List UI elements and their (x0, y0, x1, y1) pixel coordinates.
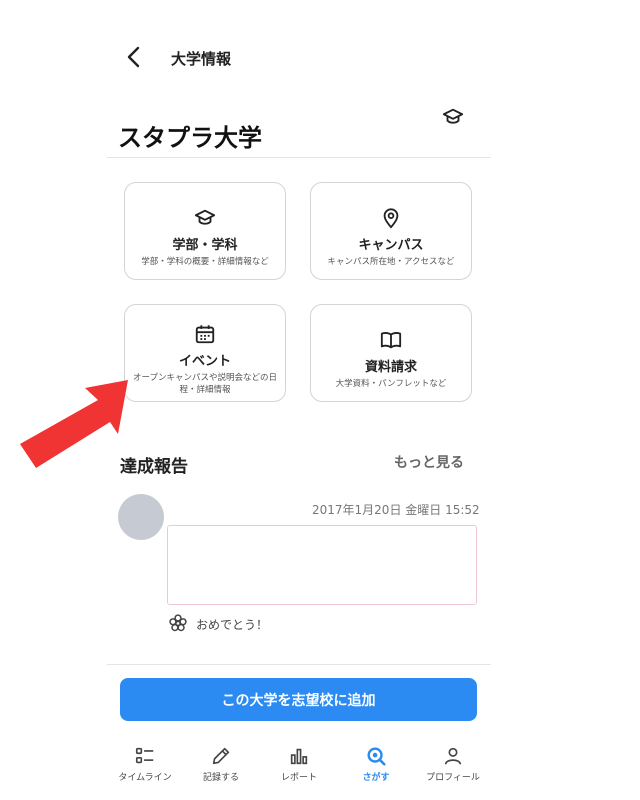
card-faculty[interactable]: 学部・学科 学部・学科の概要・詳細情報など (124, 182, 286, 280)
card-brochure[interactable]: 資料請求 大学資料・パンフレットなど (310, 304, 472, 402)
card-event[interactable]: イベント オープンキャンパスや説明会などの日程・詳細情報 (124, 304, 286, 402)
person-icon (444, 747, 462, 765)
action-divider (107, 664, 491, 665)
card-title: イベント (178, 354, 231, 369)
calendar-icon (195, 325, 215, 344)
card-subtitle: 大学資料・パンフレットなど (335, 379, 447, 389)
add-to-target-schools-button[interactable]: この大学を志望校に追加 (120, 678, 477, 721)
page-title: 大学情報 (171, 50, 232, 68)
nav-record[interactable]: 記録する (178, 745, 264, 783)
nav-label: プロフィール (426, 773, 480, 783)
section-title-reports: 達成報告 (120, 457, 188, 477)
university-name: スタプラ大学 (118, 124, 262, 152)
avatar[interactable] (118, 494, 164, 540)
card-campus[interactable]: キャンパス キャンパス所在地・アクセスなど (310, 182, 472, 280)
nav-label: レポート (280, 773, 317, 783)
card-title: 学部・学科 (172, 238, 238, 253)
card-title: キャンパス (358, 238, 424, 253)
annotation-arrow-icon (20, 380, 128, 468)
timeline-icon (135, 747, 154, 764)
flower-icon[interactable] (168, 613, 188, 633)
card-subtitle: キャンパス所在地・アクセスなど (327, 257, 455, 267)
bar-chart-icon (290, 748, 308, 765)
graduation-cap-icon[interactable] (442, 106, 464, 128)
graduation-cap-icon (194, 209, 216, 225)
post-date: 2017年1月20日 金曜日 15:52 (312, 503, 480, 517)
nav-profile[interactable]: プロフィール (410, 745, 496, 783)
post-content-box[interactable] (167, 525, 477, 605)
map-pin-icon (383, 208, 399, 229)
nav-label: さがす (362, 773, 390, 783)
see-more-link[interactable]: もっと見る (394, 452, 464, 472)
congrats-label[interactable]: おめでとう！ (196, 616, 268, 633)
back-chevron-icon[interactable] (122, 44, 146, 70)
nav-search[interactable]: さがす (333, 745, 419, 783)
nav-report[interactable]: レポート (256, 745, 342, 783)
open-book-icon (380, 332, 402, 349)
nav-label: タイムライン (118, 773, 172, 783)
card-subtitle: オープンキャンパスや説明会などの日程・詳細情報 (133, 373, 277, 395)
nav-label: 記録する (202, 773, 239, 783)
search-icon (367, 747, 386, 766)
title-divider (107, 157, 491, 158)
card-subtitle: 学部・学科の概要・詳細情報など (141, 257, 269, 267)
card-title: 資料請求 (364, 360, 417, 375)
nav-timeline[interactable]: タイムライン (102, 745, 188, 783)
pencil-icon (212, 747, 230, 765)
